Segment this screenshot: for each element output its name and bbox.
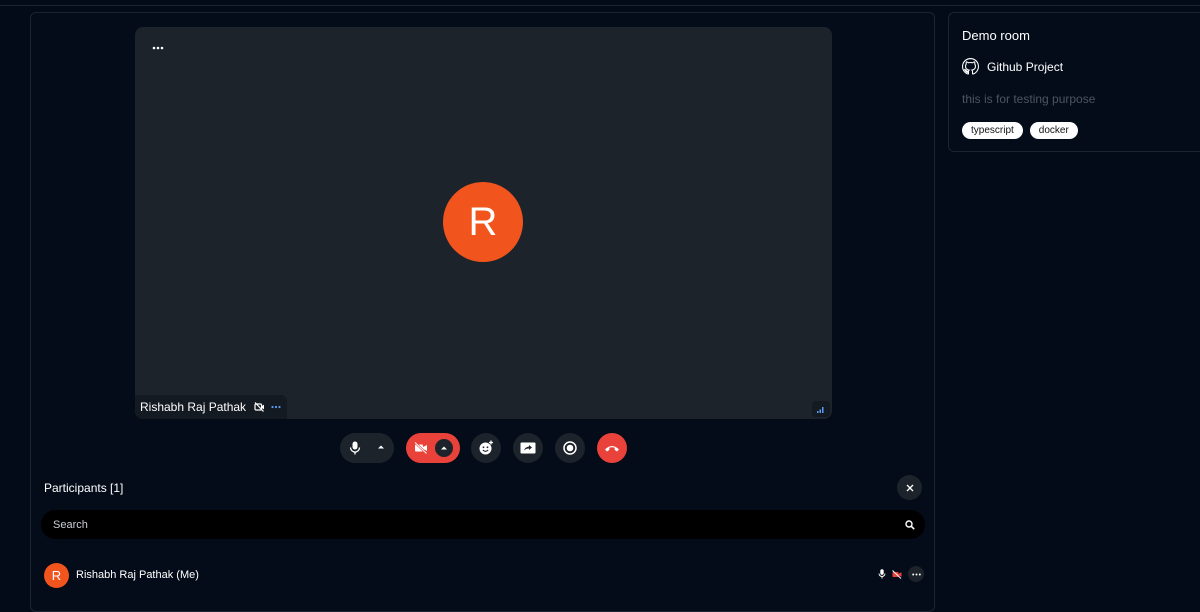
chevron-up-icon[interactable] bbox=[377, 443, 385, 451]
camera-off-icon bbox=[254, 402, 265, 412]
call-controls bbox=[31, 431, 936, 465]
tag-badge: docker bbox=[1029, 122, 1078, 139]
more-horizontal-icon bbox=[911, 573, 921, 575]
participant-avatar-large: R bbox=[443, 182, 523, 262]
phone-hangup-icon bbox=[605, 446, 619, 452]
participant-search bbox=[41, 510, 925, 539]
avatar: R bbox=[44, 562, 69, 588]
participant-more-button[interactable] bbox=[908, 566, 924, 582]
leave-call-button[interactable] bbox=[597, 433, 627, 463]
reactions-button[interactable] bbox=[471, 433, 501, 463]
meeting-panel: R Rishabh Raj Pathak Participants [1] Se… bbox=[30, 12, 935, 612]
list-item: R Rishabh Raj Pathak (Me) bbox=[44, 562, 924, 588]
video-tile: R Rishabh Raj Pathak bbox=[135, 27, 832, 419]
microphone-icon bbox=[349, 441, 361, 455]
search-input[interactable] bbox=[51, 517, 905, 532]
room-title: Demo room bbox=[962, 28, 1030, 43]
microphone-icon bbox=[878, 569, 886, 579]
room-tags: typescript docker bbox=[962, 122, 1078, 139]
screen-share-icon bbox=[520, 442, 536, 454]
record-icon bbox=[563, 441, 577, 455]
camera-options-button[interactable] bbox=[435, 439, 453, 457]
more-horizontal-icon bbox=[152, 46, 164, 50]
camera-off-icon bbox=[414, 442, 428, 454]
mic-toggle-button[interactable] bbox=[340, 433, 394, 463]
camera-off-icon bbox=[892, 569, 902, 579]
close-participants-button[interactable] bbox=[897, 475, 922, 500]
participants-title: Participants [1] bbox=[44, 481, 124, 495]
close-icon bbox=[906, 484, 913, 491]
github-link-label: Github Project bbox=[987, 59, 1064, 74]
participant-status-icons bbox=[878, 566, 924, 582]
room-info-panel: Demo room Github Project this is for tes… bbox=[948, 12, 1200, 152]
tag-badge: typescript bbox=[962, 122, 1023, 139]
github-project-link[interactable]: Github Project bbox=[962, 58, 1063, 75]
record-button[interactable] bbox=[555, 433, 585, 463]
chevron-up-icon bbox=[441, 446, 447, 450]
tile-menu-button[interactable] bbox=[149, 39, 167, 57]
room-description: this is for testing purpose bbox=[962, 92, 1096, 106]
camera-toggle-button[interactable] bbox=[406, 433, 460, 463]
signal-bars-icon bbox=[812, 401, 830, 417]
screen-share-button[interactable] bbox=[513, 433, 543, 463]
participant-name-label: Rishabh Raj Pathak bbox=[140, 400, 247, 414]
emoji-add-icon bbox=[479, 440, 493, 455]
top-bar bbox=[0, 0, 1200, 6]
participant-name: Rishabh Raj Pathak (Me) bbox=[76, 569, 199, 581]
participant-name-tag: Rishabh Raj Pathak bbox=[135, 395, 288, 419]
github-icon bbox=[962, 58, 979, 75]
more-horizontal-icon[interactable] bbox=[271, 405, 281, 409]
search-icon[interactable] bbox=[905, 519, 915, 530]
